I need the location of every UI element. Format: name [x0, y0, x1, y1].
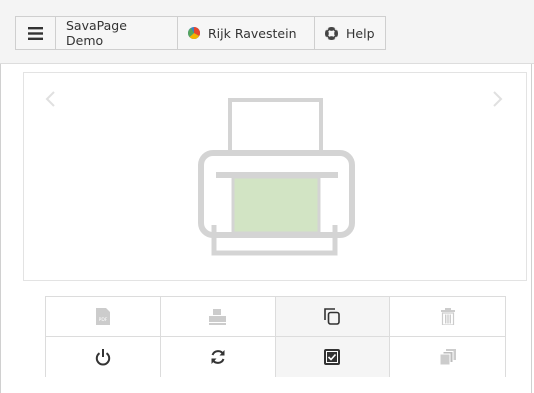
svg-text:PDF: PDF	[98, 317, 107, 323]
select-all-button[interactable]	[275, 337, 391, 377]
help-label: Help	[346, 25, 375, 41]
trash-icon	[440, 308, 455, 325]
prev-button[interactable]	[44, 89, 58, 109]
hamburger-menu-icon	[28, 26, 43, 40]
chevron-right-icon	[493, 91, 503, 107]
app-title-button[interactable]: SavaPage Demo	[56, 17, 178, 49]
checkbox-icon	[324, 349, 341, 365]
user-name: Rijk Ravestein	[208, 25, 297, 41]
print-icon	[209, 308, 227, 325]
header-toolbar: SavaPage Demo Rijk Ravestein Help	[15, 16, 386, 50]
menu-button[interactable]	[16, 17, 56, 49]
action-grid: PDF	[45, 296, 506, 377]
refresh-icon	[211, 350, 225, 364]
lifebuoy-icon	[325, 26, 338, 40]
app-title: SavaPage Demo	[66, 18, 127, 48]
help-button[interactable]: Help	[315, 17, 385, 49]
preview-area	[23, 72, 527, 281]
copies-icon	[439, 349, 456, 365]
delete-button[interactable]	[390, 297, 505, 337]
copy-button[interactable]	[275, 297, 391, 337]
header: SavaPage Demo Rijk Ravestein Help	[0, 0, 534, 64]
print-button[interactable]	[160, 297, 276, 337]
copies-button[interactable]	[390, 337, 505, 377]
copy-icon	[324, 308, 341, 325]
logout-button[interactable]	[46, 337, 161, 377]
printer-icon	[198, 98, 355, 256]
power-icon	[95, 348, 111, 366]
user-button[interactable]: Rijk Ravestein	[178, 17, 315, 49]
refresh-button[interactable]	[160, 337, 276, 377]
chevron-left-icon	[45, 91, 55, 107]
pdf-icon: PDF	[95, 308, 110, 325]
next-button[interactable]	[490, 89, 504, 109]
user-pie-icon	[188, 27, 200, 39]
pdf-button[interactable]: PDF	[46, 297, 161, 337]
